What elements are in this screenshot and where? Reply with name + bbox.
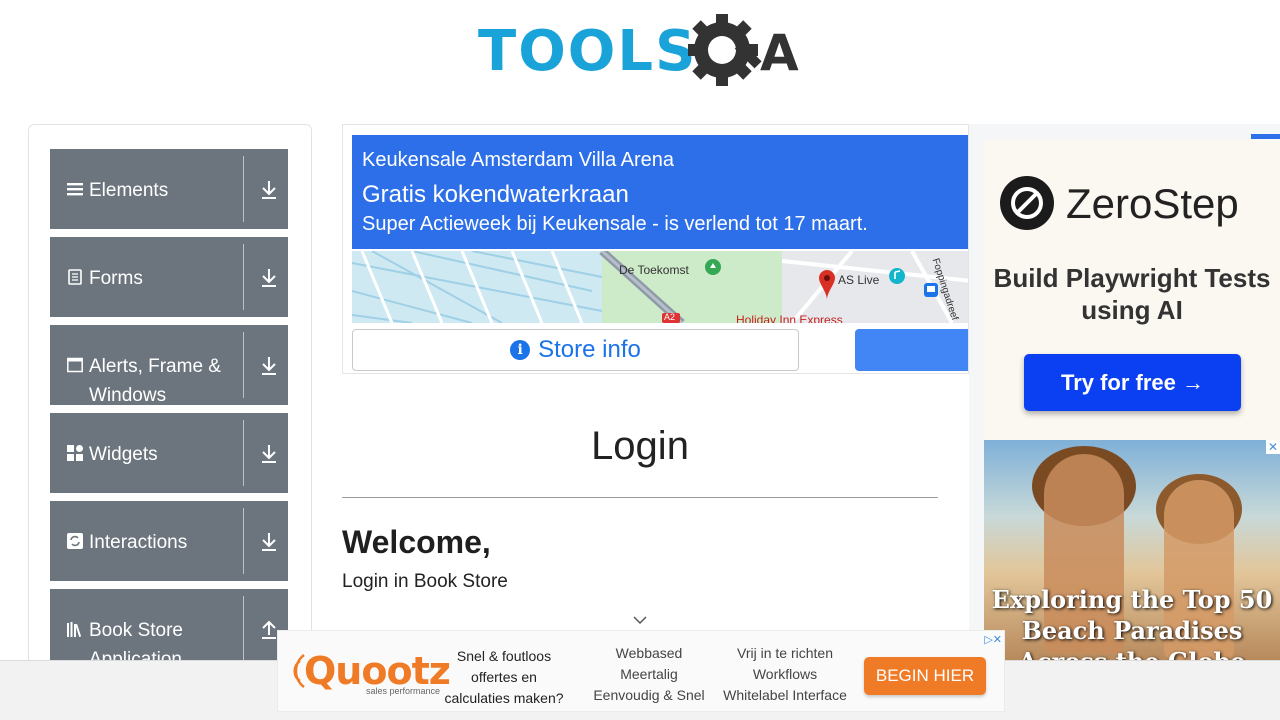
sidebar-group-alerts[interactable]: Alerts, Frame & Windows xyxy=(50,325,288,406)
sidebar-group-interactions[interactable]: Interactions xyxy=(50,501,288,581)
map-poi-label: AS Live xyxy=(838,273,880,287)
ad-text: offertes en xyxy=(471,669,537,685)
download-arrow-icon[interactable] xyxy=(259,443,279,465)
sidebar-group-label: Elements xyxy=(89,180,169,201)
download-arrow-icon[interactable] xyxy=(259,179,279,201)
quootz-sub: sales performance xyxy=(366,686,441,696)
divider xyxy=(342,497,938,498)
sidebar-group-label: Forms xyxy=(89,268,143,289)
ad-headline: Gratis kokendwaterkraan xyxy=(362,181,629,208)
sidebar-group-label: Widgets xyxy=(89,444,158,465)
begin-hier-button[interactable]: BEGIN HIER xyxy=(864,657,986,695)
ad-text: Eenvoudig & Snel xyxy=(593,687,705,703)
download-arrow-icon[interactable] xyxy=(259,267,279,289)
sidebar-group-widgets[interactable]: Widgets xyxy=(50,413,288,493)
ad-text: calculaties maken? xyxy=(444,690,564,706)
document-icon xyxy=(68,269,82,285)
logo-suffix: A xyxy=(760,24,799,82)
map-poi-label: Holiday Inn Express xyxy=(736,313,843,323)
map-music-pin-icon xyxy=(889,268,905,284)
map-location-pin-icon xyxy=(819,270,835,300)
quootz-ad[interactable]: ▷✕ Quootz sales performance Snel & foutl… xyxy=(277,630,1005,712)
map-advertisement[interactable]: Keukensale Amsterdam Villa Arena Gratis … xyxy=(342,124,969,374)
close-icon[interactable]: ✕ xyxy=(1266,440,1280,454)
zerostep-tagline: Build Playwright Tests using AI xyxy=(993,263,1271,325)
sidebar-group-label: Alerts, Frame & Windows xyxy=(89,356,221,406)
ad-banner[interactable]: Keukensale Amsterdam Villa Arena Gratis … xyxy=(352,135,968,249)
ad-column-1: Snel & foutloos offertes en calculaties … xyxy=(438,646,570,709)
browser-window-icon xyxy=(67,357,83,373)
ad-text: Meertalig xyxy=(620,666,678,682)
login-subtitle: Login in Book Store xyxy=(342,571,508,592)
logo-gear-icon: A xyxy=(688,14,799,86)
ad-text: Vrij in te richten xyxy=(737,645,833,661)
upload-arrow-icon[interactable] xyxy=(259,619,279,641)
map-road-label: A2 xyxy=(664,312,676,322)
zerostep-brand: ZeroStep xyxy=(1066,180,1239,227)
widgets-icon xyxy=(67,445,83,461)
zerostep-ad[interactable]: ZeroStep Build Playwright Tests using AI… xyxy=(984,140,1280,440)
ad-text: Whitelabel Interface xyxy=(723,687,847,703)
logo-text: TOOLS xyxy=(478,19,698,84)
beach-ad-headline: Exploring the Top 50 Beach Paradises Acr… xyxy=(991,585,1273,660)
ad-text: Webbased xyxy=(615,645,683,661)
store-info-label: Store info xyxy=(538,336,641,363)
ad-text: Workflows xyxy=(752,666,818,682)
map-transit-icon xyxy=(924,283,938,297)
sidebar-group-forms[interactable]: Forms xyxy=(50,237,288,317)
zerostep-logo-icon xyxy=(1000,176,1054,230)
beach-ad[interactable]: Exploring the Top 50 Beach Paradises Acr… xyxy=(984,440,1280,660)
sidebar: Elements Forms Alerts, Frame & Windows W… xyxy=(28,124,312,684)
books-icon xyxy=(67,622,82,637)
ad-store-name: Keukensale Amsterdam Villa Arena xyxy=(362,149,675,171)
welcome-heading: Welcome, xyxy=(342,524,491,560)
directions-button[interactable] xyxy=(855,329,968,371)
map-park-pin-icon xyxy=(705,259,721,275)
adchoices-icon[interactable]: ▷✕ xyxy=(974,633,1002,647)
divider xyxy=(243,508,244,574)
ad-column-2: Webbased Meertalig Eenvoudig & Snel xyxy=(586,643,712,706)
info-icon: i xyxy=(510,340,531,360)
ad-description: Super Actieweek bij Keukensale - is verl… xyxy=(362,213,868,235)
store-info-button[interactable]: i Store info xyxy=(352,329,799,371)
download-arrow-icon[interactable] xyxy=(259,531,279,553)
divider xyxy=(243,420,244,486)
chevron-down-icon[interactable] xyxy=(632,614,648,626)
divider xyxy=(243,156,244,222)
ad-accent-strip xyxy=(1251,134,1280,139)
divider xyxy=(243,244,244,310)
divider xyxy=(243,332,244,398)
divider xyxy=(243,596,244,662)
sidebar-group-elements[interactable]: Elements xyxy=(50,149,288,229)
interactions-icon xyxy=(67,533,83,549)
ad-text: Snel & foutloos xyxy=(456,648,552,664)
map-roads xyxy=(352,251,968,323)
map-poi-label: De Toekomst xyxy=(619,263,689,277)
quootz-logo: Quootz sales performance xyxy=(292,649,451,697)
toolsqa-logo[interactable]: TOOLS A xyxy=(478,14,808,94)
right-advertisement[interactable]: ZeroStep Build Playwright Tests using AI… xyxy=(969,124,1280,660)
sidebar-group-label: Interactions xyxy=(89,532,188,553)
ad-column-3: Vrij in te richten Workflows Whitelabel … xyxy=(718,643,852,706)
try-for-free-button[interactable]: Try for free → xyxy=(1024,354,1241,411)
hamburger-icon xyxy=(67,183,83,196)
page-title: Login xyxy=(591,424,689,468)
sidebar-group-book-store[interactable]: Book Store Application xyxy=(50,589,288,670)
map-view[interactable]: De Toekomst AS Live Holiday Inn Express … xyxy=(352,251,968,323)
download-arrow-icon[interactable] xyxy=(259,355,279,377)
